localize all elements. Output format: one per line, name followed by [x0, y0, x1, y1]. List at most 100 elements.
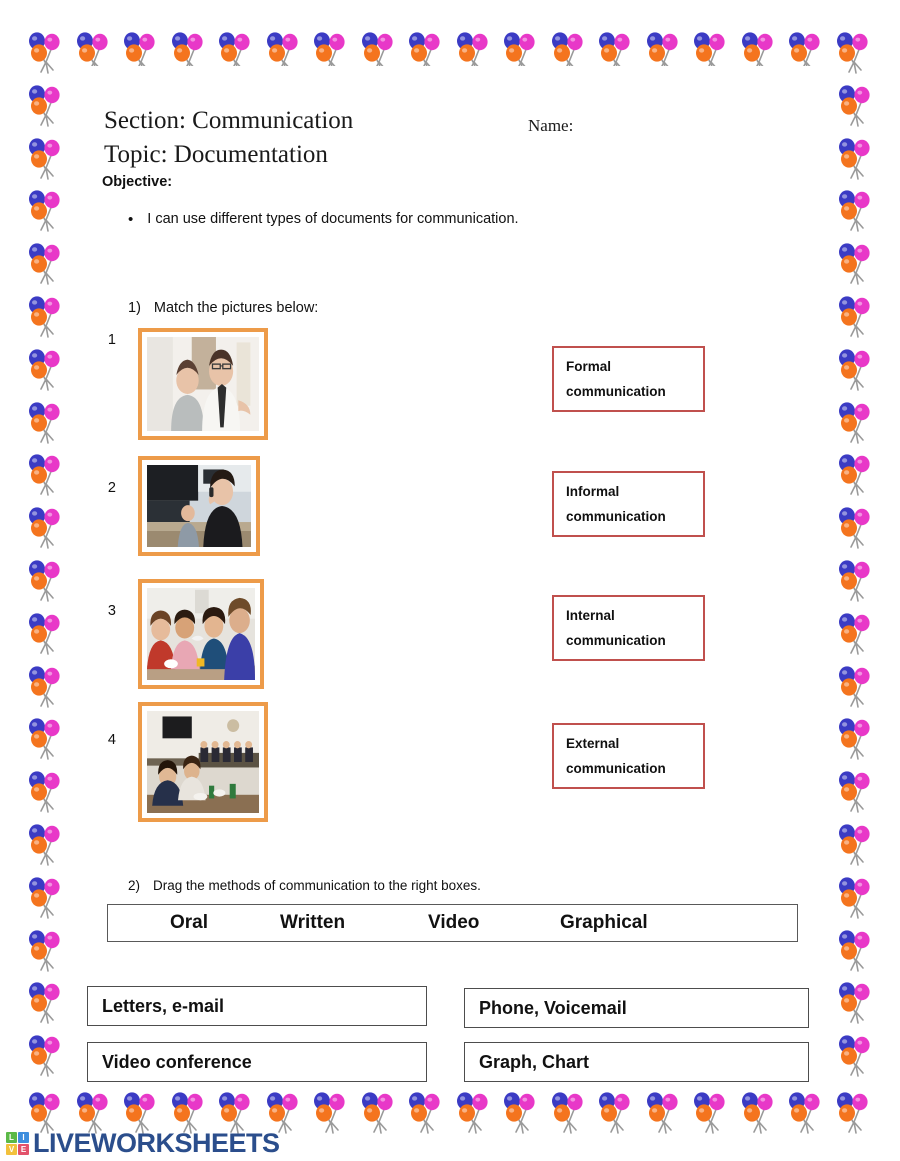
balloon-cluster-icon — [836, 560, 876, 602]
drop-box-graph-chart[interactable]: Graph, Chart — [464, 1042, 809, 1082]
word-bank: Oral Written Video Graphical — [107, 904, 798, 942]
balloon-cluster-icon — [836, 718, 876, 761]
label-line2-internal: communication — [566, 633, 666, 648]
balloon-cluster-icon — [836, 137, 876, 180]
balloon-cluster-icon — [26, 718, 66, 761]
balloon-cluster-icon — [691, 1092, 731, 1134]
balloon-cluster-icon — [26, 771, 66, 813]
match-label-formal[interactable]: Formal communication — [552, 346, 705, 412]
label-line2-formal: communication — [566, 384, 666, 399]
drop-box-letters-email[interactable]: Letters, e-mail — [87, 986, 427, 1026]
balloon-cluster-icon — [311, 1092, 351, 1134]
drop-box-video-conference[interactable]: Video conference — [87, 1042, 427, 1082]
picture-image-4 — [147, 711, 259, 813]
balloon-cluster-icon — [834, 32, 874, 74]
task2-prompt: 2) Drag the methods of communication to … — [128, 878, 481, 893]
balloon-cluster-icon — [836, 613, 876, 655]
balloon-cluster-icon — [26, 560, 66, 602]
balloon-cluster-icon — [836, 296, 876, 338]
draggable-word-oral[interactable]: Oral — [170, 912, 208, 934]
label-line1-internal: Internal — [566, 608, 615, 623]
drop-box-label-2: Phone, Voicemail — [479, 997, 627, 1018]
label-line1-external: External — [566, 736, 620, 751]
task1-instruction: Match the pictures below: — [153, 300, 319, 316]
objective-label: Objective: — [102, 174, 173, 190]
balloon-cluster-icon — [836, 929, 876, 972]
balloon-cluster-icon — [739, 1092, 779, 1134]
drop-box-phone-voicemail[interactable]: Phone, Voicemail — [464, 988, 809, 1028]
label-line1-informal: Informal — [566, 484, 620, 499]
section-line: Section: Communication — [104, 107, 354, 134]
label-line2-external: communication — [566, 761, 666, 776]
balloon-cluster-icon — [26, 824, 66, 866]
balloon-cluster-icon — [836, 771, 876, 813]
match-label-informal[interactable]: Informal communication — [552, 471, 705, 537]
topic-line: Topic: Documentation — [104, 141, 328, 168]
balloon-cluster-icon — [26, 507, 66, 549]
page-title: Section: Communication Topic: Documentat… — [104, 104, 353, 172]
picture-number-4: 4 — [107, 732, 116, 748]
balloon-cluster-icon — [834, 1092, 874, 1134]
balloon-cluster-icon — [26, 190, 66, 233]
balloon-cluster-icon — [836, 243, 876, 285]
picture-number-3: 3 — [107, 603, 116, 619]
logo-tile-e: E — [18, 1144, 29, 1155]
task1-number: 1) — [128, 300, 141, 316]
balloon-cluster-icon — [644, 1092, 684, 1134]
logo-tiles-icon: L I V E — [6, 1132, 29, 1155]
balloon-cluster-icon — [836, 982, 876, 1025]
balloon-cluster-icon — [26, 454, 66, 497]
bullet-icon: • — [128, 211, 134, 228]
balloon-cluster-icon — [406, 1092, 446, 1134]
balloon-cluster-icon — [836, 824, 876, 866]
match-label-internal[interactable]: Internal communication — [552, 595, 705, 661]
balloon-cluster-icon — [501, 1092, 541, 1134]
logo-tile-i: I — [18, 1132, 29, 1143]
balloon-cluster-icon — [26, 877, 66, 919]
balloon-cluster-icon — [26, 982, 66, 1025]
picture-image-3 — [147, 588, 255, 680]
balloon-cluster-icon — [26, 32, 66, 74]
balloon-cluster-icon — [836, 349, 876, 391]
picture-number-1: 1 — [107, 332, 116, 348]
logo-tile-l: L — [6, 1132, 17, 1143]
task1-prompt: 1) Match the pictures below: — [128, 300, 318, 316]
picture-card-2[interactable] — [138, 456, 260, 556]
balloon-cluster-icon — [26, 349, 66, 391]
balloon-cluster-icon — [26, 665, 66, 708]
picture-number-2: 2 — [107, 480, 116, 496]
balloon-cluster-icon — [836, 877, 876, 919]
logo-tile-v: V — [6, 1144, 17, 1155]
worksheet-page: Section: Communication Topic: Documentat… — [76, 66, 824, 1082]
draggable-word-written[interactable]: Written — [280, 912, 345, 934]
balloon-cluster-icon — [454, 1092, 494, 1134]
task2-instruction: Drag the methods of communication to the… — [153, 878, 481, 893]
balloon-cluster-icon — [26, 85, 66, 127]
balloon-cluster-icon — [836, 190, 876, 233]
drop-box-label-4: Graph, Chart — [479, 1051, 590, 1072]
match-label-external[interactable]: External communication — [552, 723, 705, 789]
balloon-cluster-icon — [836, 454, 876, 497]
balloon-cluster-icon — [786, 1092, 826, 1134]
balloon-cluster-icon — [836, 401, 876, 444]
balloon-cluster-icon — [596, 1092, 636, 1134]
liveworksheets-logo[interactable]: L I V E LIVEWORKSHEETS — [6, 1128, 280, 1159]
balloon-cluster-icon — [359, 1092, 399, 1134]
picture-card-3[interactable] — [138, 579, 264, 689]
draggable-word-video[interactable]: Video — [428, 912, 479, 934]
drop-box-label-3: Video conference — [102, 1051, 252, 1072]
balloon-cluster-icon — [26, 613, 66, 655]
picture-image-1 — [147, 337, 259, 431]
label-line1-formal: Formal — [566, 359, 612, 374]
picture-image-2 — [147, 465, 251, 547]
balloon-cluster-icon — [26, 1035, 66, 1077]
objective-text: I can use different types of documents f… — [147, 211, 519, 227]
balloon-cluster-icon — [836, 85, 876, 127]
logo-wordmark: LIVEWORKSHEETS — [33, 1128, 280, 1158]
picture-card-1[interactable] — [138, 328, 268, 440]
picture-card-4[interactable] — [138, 702, 268, 822]
name-label: Name: — [528, 116, 574, 135]
balloon-cluster-icon — [26, 243, 66, 285]
draggable-word-graphical[interactable]: Graphical — [560, 912, 648, 934]
balloon-cluster-icon — [836, 665, 876, 708]
